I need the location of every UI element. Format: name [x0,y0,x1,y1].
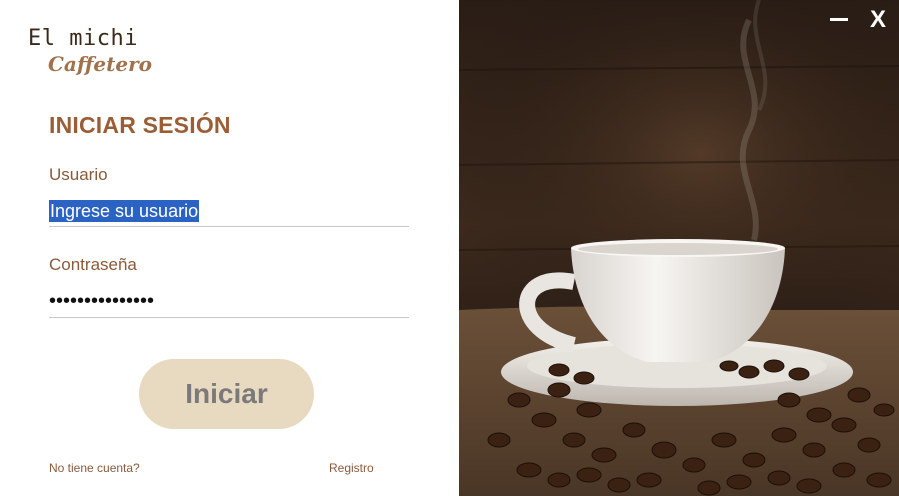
user-input-value: Ingrese su usuario [49,200,200,222]
coffee-image: X [459,0,899,496]
user-input[interactable]: Ingrese su usuario [49,198,409,227]
app-logo: El michi Caffetero [28,26,152,76]
login-button[interactable]: Iniciar [139,359,314,429]
register-link[interactable]: Registro [329,461,374,475]
password-input[interactable]: ••••••••••••••• [49,289,409,318]
login-panel: El michi Caffetero INICIAR SESIÓN Usuari… [0,0,459,496]
user-label: Usuario [49,165,108,184]
logo-name: El michi [28,26,138,51]
logo-tagline: Caffetero [48,52,152,76]
no-account-link[interactable]: No tiene cuenta? [49,461,140,475]
page-title: INICIAR SESIÓN [49,112,231,138]
minimize-icon[interactable] [830,10,848,28]
password-input-value: ••••••••••••••• [49,290,155,312]
password-label: Contraseña [49,255,137,274]
close-button[interactable]: X [870,6,886,34]
